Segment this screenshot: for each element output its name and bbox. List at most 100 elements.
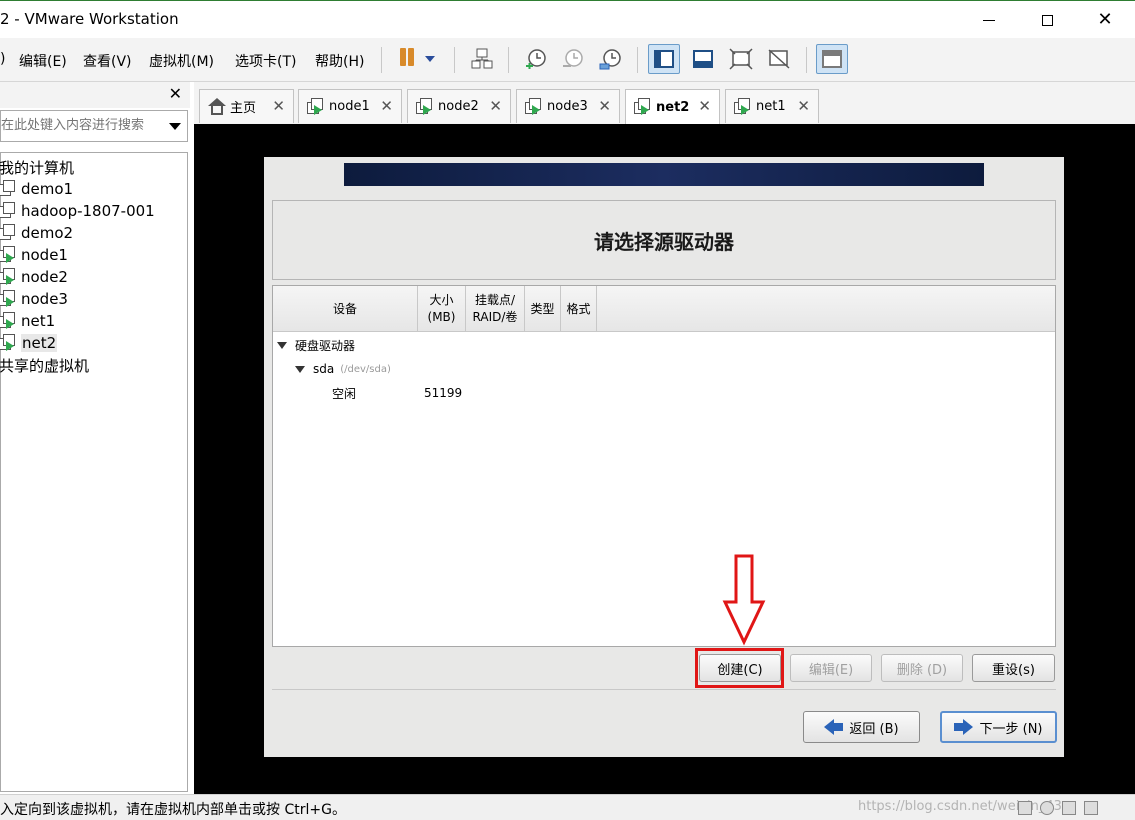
network-adapter-icon[interactable]	[1062, 801, 1076, 815]
column-format[interactable]: 格式	[561, 286, 597, 332]
tree-item-node1[interactable]: node1	[0, 244, 68, 266]
snapshot-manager-button[interactable]	[595, 44, 627, 74]
menu-help[interactable]: 帮助(H)	[315, 51, 364, 71]
library-search-input[interactable]	[1, 111, 161, 139]
menu-edit[interactable]: 编辑(E)	[19, 51, 67, 71]
toolbar-separator	[381, 47, 382, 73]
close-icon[interactable]: ✕	[272, 97, 285, 115]
tree-item-label: net2	[21, 334, 58, 352]
annotation-arrow-icon	[722, 554, 766, 646]
vm-running-icon	[0, 268, 17, 286]
home-icon	[208, 97, 226, 116]
tree-item-demo2[interactable]: demo2	[0, 222, 73, 244]
column-size[interactable]: 大小 (MB)	[418, 286, 466, 332]
tree-item-node2[interactable]: node2	[0, 266, 68, 288]
tab-node2[interactable]: node2 ✕	[407, 89, 511, 123]
maximize-button[interactable]	[1024, 5, 1070, 35]
tab-label: 主页	[230, 101, 257, 116]
vm-running-icon	[0, 246, 17, 264]
vm-running-icon	[0, 312, 17, 330]
back-label: 返回 (B)	[849, 721, 899, 737]
minimize-icon	[983, 19, 995, 21]
table-row[interactable]: 空闲	[332, 384, 356, 402]
usb-icon[interactable]	[1084, 801, 1098, 815]
unity-mode-button[interactable]	[763, 44, 795, 74]
show-library-button[interactable]	[648, 44, 680, 74]
arrow-right-icon	[963, 719, 974, 735]
tree-item-label: 我的计算机	[0, 158, 75, 177]
tab-net2[interactable]: net2 ✕	[625, 89, 720, 124]
show-thumbnail-bar-button[interactable]	[687, 44, 719, 74]
column-type[interactable]: 类型	[525, 286, 561, 332]
tab-node3[interactable]: node3 ✕	[516, 89, 620, 123]
minimize-button[interactable]	[966, 5, 1012, 35]
console-view-button[interactable]	[816, 44, 848, 74]
row-label: sda	[313, 362, 335, 376]
close-icon[interactable]: ✕	[698, 97, 711, 115]
table-header: 设备 大小 (MB) 挂载点/RAID/卷 类型 格式	[273, 286, 1055, 332]
full-screen-button[interactable]	[725, 44, 757, 74]
chevron-down-icon[interactable]	[169, 123, 181, 130]
vm-running-icon	[734, 97, 752, 116]
tree-item-net2[interactable]: net2	[0, 332, 58, 354]
hard-disk-icon[interactable]	[1018, 801, 1032, 815]
tree-item-hadoop[interactable]: hadoop-1807-001	[0, 200, 155, 222]
close-icon[interactable]: ✕	[380, 97, 393, 115]
table-row[interactable]: 硬盘驱动器	[277, 336, 355, 354]
menu-vm[interactable]: 虚拟机(M)	[149, 51, 214, 71]
console-view-icon	[822, 50, 842, 68]
expander-icon[interactable]	[277, 341, 287, 349]
snapshot-button[interactable]	[520, 44, 552, 74]
next-button[interactable]: 下一步 (N)	[940, 711, 1057, 743]
installer-window: 请选择源驱动器 设备 大小 (MB) 挂载点/RAID/卷 类型 格式 硬盘驱动器…	[264, 157, 1064, 757]
toolbar-separator	[806, 47, 807, 73]
arrow-left-icon	[824, 719, 835, 735]
table-row[interactable]: sda (/dev/sda)	[295, 360, 391, 378]
full-screen-icon	[729, 48, 753, 70]
back-button[interactable]: 返回 (B)	[803, 711, 920, 743]
column-device[interactable]: 设备	[273, 286, 418, 332]
tab-label: node2	[438, 99, 479, 114]
vm-icon	[0, 202, 17, 220]
tab-strip: 主页 ✕ node1 ✕ node2 ✕ node3 ✕ net2 ✕ net1…	[194, 82, 1135, 124]
library-close-icon[interactable]: ✕	[169, 84, 182, 103]
tree-item-node3[interactable]: node3	[0, 288, 68, 310]
status-bar: 入定向到该虚拟机，请在虚拟机内部单击或按 Ctrl+G。 https://blo…	[0, 794, 1135, 820]
menu-file[interactable]: )	[0, 51, 5, 67]
tab-net1[interactable]: net1 ✕	[725, 89, 819, 123]
row-label: 空闲	[332, 386, 357, 401]
tab-label: net1	[756, 99, 786, 114]
edit-button[interactable]: 编辑(E)	[790, 654, 872, 682]
close-button[interactable]: ✕	[1082, 5, 1128, 35]
divider	[272, 689, 1056, 690]
tree-item-label: demo1	[21, 180, 74, 198]
menu-tabs[interactable]: 选项卡(T)	[235, 51, 296, 71]
library-header: ✕	[0, 82, 190, 108]
highlight-box	[695, 648, 784, 688]
tab-home[interactable]: 主页 ✕	[199, 89, 294, 123]
menu-view[interactable]: 查看(V)	[83, 51, 132, 71]
revert-snapshot-button	[557, 44, 589, 74]
reset-button[interactable]: 重设(s)	[972, 654, 1055, 682]
delete-button[interactable]: 删除 (D)	[881, 654, 963, 682]
vm-running-icon	[416, 97, 434, 116]
close-icon[interactable]: ✕	[797, 97, 810, 115]
close-icon[interactable]: ✕	[598, 97, 611, 115]
close-icon: ✕	[1097, 9, 1113, 30]
tab-node1[interactable]: node1 ✕	[298, 89, 402, 123]
column-mount[interactable]: 挂载点/RAID/卷	[466, 286, 525, 332]
power-dropdown-button[interactable]	[418, 44, 442, 74]
close-icon[interactable]: ✕	[489, 97, 502, 115]
title-bar: 2 - VMware Workstation ✕	[0, 0, 1135, 38]
tree-item-demo1[interactable]: demo1	[0, 178, 74, 200]
tree-group-my-computer[interactable]: 我的计算机	[0, 156, 74, 178]
library-search[interactable]	[0, 110, 188, 142]
cd-drive-icon[interactable]	[1040, 801, 1054, 815]
tree-item-net1[interactable]: net1	[0, 310, 55, 332]
expander-icon[interactable]	[295, 365, 305, 373]
send-ctrl-alt-del-button[interactable]	[466, 44, 498, 74]
tree-group-shared-vms[interactable]: 共享的虚拟机	[0, 354, 89, 376]
library-tree: 我的计算机 demo1 hadoop-1807-001 demo2 node1 …	[0, 152, 188, 792]
tree-item-label: hadoop-1807-001	[21, 202, 155, 220]
vm-running-icon	[634, 98, 652, 116]
